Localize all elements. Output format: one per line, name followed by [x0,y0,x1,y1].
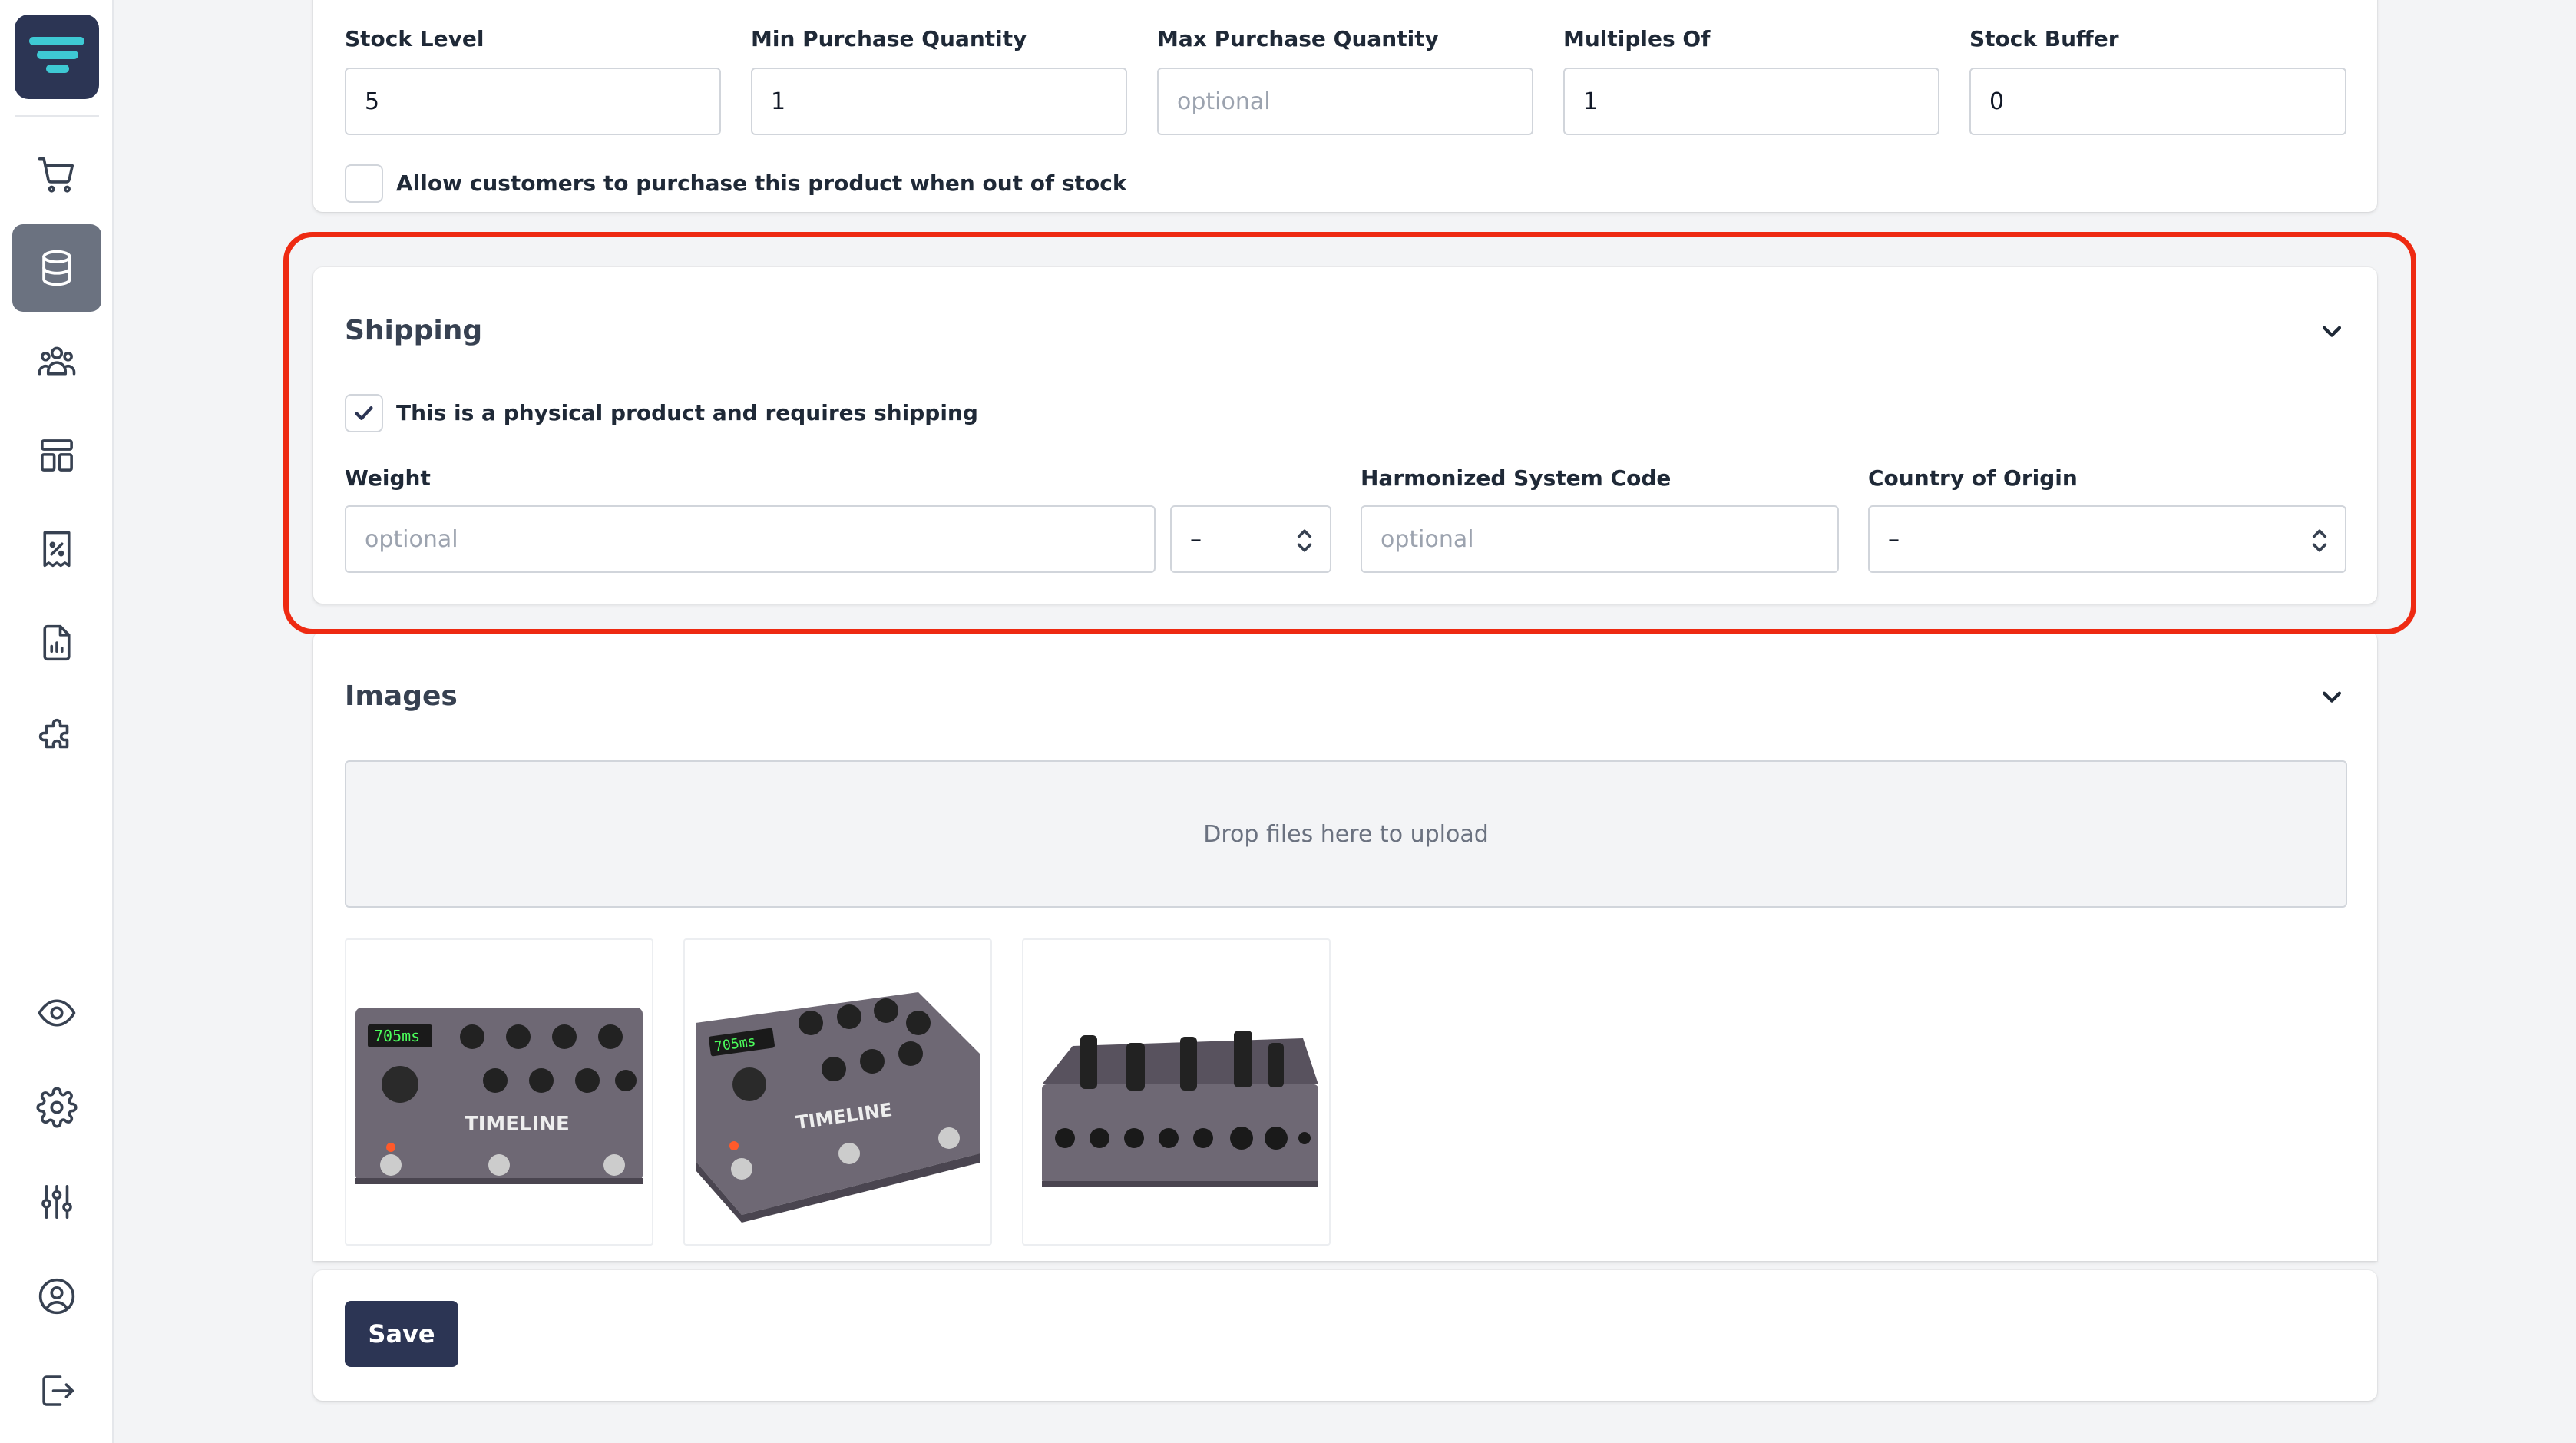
layout-icon [41,439,73,472]
max-qty-label: Max Purchase Quantity [1157,26,1439,51]
weight-input[interactable]: optional [345,505,1156,573]
dropzone-text: Drop files here to upload [1203,820,1489,848]
nav-settings[interactable] [12,1064,101,1151]
stock-level-label: Stock Level [345,26,484,51]
hs-code-input[interactable]: optional [1361,505,1839,573]
backorder-label: Allow customers to purchase this product… [396,170,1127,196]
nav-reports[interactable] [12,599,101,687]
weight-label: Weight [345,465,431,491]
cart-icon [38,157,74,193]
image-thumbnail[interactable] [1022,938,1331,1246]
user-circle-icon [38,1278,75,1315]
chevron-down-icon[interactable] [2319,318,2345,344]
max-qty-input[interactable]: optional [1157,68,1533,135]
hs-code-placeholder: optional [1381,525,1474,553]
stock-level-input[interactable]: 5 [345,68,721,135]
select-arrows-icon [1297,529,1312,552]
nav-preview[interactable] [12,969,101,1057]
country-label: Country of Origin [1868,465,2078,491]
logout-icon [42,1375,74,1406]
sidebar [0,0,114,1443]
nav-products[interactable] [12,224,101,312]
discount-receipt-icon [43,531,71,568]
image-thumbnail[interactable]: 705ms TIMELINE [345,938,653,1246]
report-icon [43,624,71,661]
weight-unit-value: – [1190,525,1202,553]
min-qty-value: 1 [771,88,786,115]
nav-customers[interactable] [12,318,101,405]
nav-storefront[interactable] [12,412,101,499]
eye-icon [38,999,76,1027]
country-value: – [1888,525,1900,553]
nav-apps[interactable] [12,693,101,780]
image-thumbnail[interactable]: 705ms TIMELINE [683,938,992,1246]
min-qty-label: Min Purchase Quantity [751,26,1027,51]
stock-level-value: 5 [365,88,380,115]
backorder-checkbox[interactable] [345,164,383,203]
country-select[interactable]: – [1868,505,2346,573]
multiples-value: 1 [1583,88,1599,115]
sidebar-divider [15,115,99,117]
select-arrows-icon [2312,529,2327,552]
hs-code-label: Harmonized System Code [1361,465,1672,491]
svg-text:TIMELINE: TIMELINE [465,1113,570,1136]
nav-orders[interactable] [12,131,101,218]
chevron-down-icon[interactable] [2319,683,2345,710]
max-qty-placeholder: optional [1177,88,1271,115]
physical-product-checkbox[interactable] [345,394,383,432]
stock-buffer-input[interactable]: 0 [1969,68,2346,135]
nav-logout[interactable] [12,1347,101,1435]
puzzle-icon [38,718,69,749]
multiples-input[interactable]: 1 [1563,68,1939,135]
gear-icon [36,1087,78,1128]
physical-product-label: This is a physical product and requires … [396,400,978,425]
image-dropzone[interactable]: Drop files here to upload [345,760,2347,908]
users-icon [38,346,76,376]
pedal-rear-image [1042,1031,1318,1187]
multiples-label: Multiples Of [1563,26,1711,51]
images-title: Images [345,680,458,712]
logo-icon [29,37,84,73]
nav-preferences[interactable] [12,1158,101,1246]
nav-discounts[interactable] [12,505,101,593]
database-icon [42,250,71,286]
sliders-icon [41,1184,72,1220]
weight-placeholder: optional [365,525,458,553]
pedal-front-image: 705ms TIMELINE [355,1008,643,1184]
save-button[interactable]: Save [345,1301,458,1367]
nav-account[interactable] [12,1253,101,1340]
save-card [313,1270,2377,1401]
pedal-angled-image: 705ms TIMELINE [696,992,980,1223]
app-logo[interactable] [15,15,99,99]
min-qty-input[interactable]: 1 [751,68,1127,135]
stock-buffer-label: Stock Buffer [1969,26,2119,51]
stock-buffer-value: 0 [1989,88,2005,115]
checkmark-icon [355,406,373,420]
shipping-title: Shipping [345,315,483,346]
weight-unit-select[interactable]: – [1170,505,1331,573]
svg-text:705ms: 705ms [374,1027,420,1045]
